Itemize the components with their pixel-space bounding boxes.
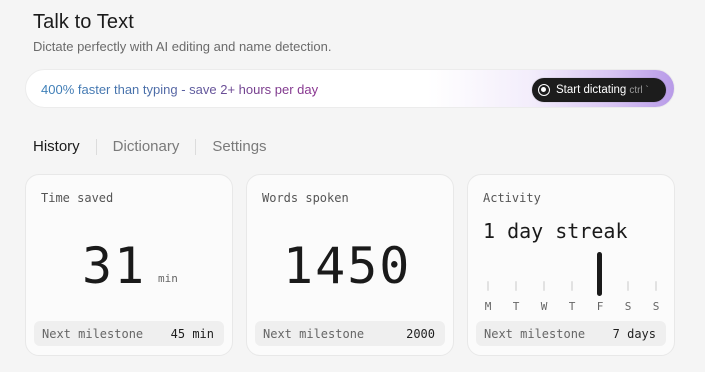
milestone-bar: Next milestone 7 days xyxy=(476,321,666,346)
milestone-value: 7 days xyxy=(612,327,656,341)
day-label: F xyxy=(596,300,604,313)
day-label: T xyxy=(568,300,576,313)
day-label: S xyxy=(624,300,632,313)
milestone-label: Next milestone xyxy=(42,327,144,341)
milestone-label: Next milestone xyxy=(263,327,365,341)
activity-day: S xyxy=(620,255,636,313)
weekly-activity: MTWTFSS xyxy=(480,252,664,313)
promo-banner: 400% faster than typing - save 2+ hours … xyxy=(25,69,675,108)
activity-bar xyxy=(571,281,573,291)
milestone-value: 2000 xyxy=(406,327,435,341)
page-subtitle: Dictate perfectly with AI editing and na… xyxy=(33,39,332,54)
start-dictating-button[interactable]: Start dictating ctrl ` xyxy=(532,78,666,102)
shortcut-hint: ctrl ` xyxy=(629,84,649,96)
day-label: W xyxy=(540,300,548,313)
milestone-bar: Next milestone 2000 xyxy=(255,321,445,346)
start-dictating-label: Start dictating xyxy=(556,84,627,96)
milestone-label: Next milestone xyxy=(484,327,586,341)
milestone-value: 45 min xyxy=(170,327,214,341)
activity-bar-active xyxy=(597,252,602,296)
day-label: S xyxy=(652,300,660,313)
time-saved-card: Time saved 31 min Next milestone 45 min xyxy=(25,174,233,356)
time-saved-unit: min xyxy=(158,272,178,285)
activity-day: S xyxy=(648,255,664,313)
card-label: Time saved xyxy=(41,191,114,205)
milestone-bar: Next milestone 45 min xyxy=(34,321,224,346)
activity-bar xyxy=(515,281,517,291)
words-spoken-value: 1450 xyxy=(283,237,412,295)
activity-bar xyxy=(627,281,629,291)
words-spoken-card: Words spoken 1450 Next milestone 2000 xyxy=(246,174,454,356)
tab-bar: History Dictionary Settings xyxy=(33,138,267,155)
tab-dictionary[interactable]: Dictionary xyxy=(113,138,180,155)
activity-day: F xyxy=(592,252,608,313)
activity-bar xyxy=(543,281,545,291)
activity-day: M xyxy=(480,255,496,313)
card-label: Activity xyxy=(483,191,541,205)
activity-day: T xyxy=(508,255,524,313)
activity-day: W xyxy=(536,255,552,313)
streak-text: 1 day streak xyxy=(483,219,628,243)
tab-history[interactable]: History xyxy=(33,138,80,155)
day-label: T xyxy=(512,300,520,313)
tab-divider xyxy=(195,138,197,155)
activity-card: Activity 1 day streak M T W T F S S Next miles… xyxy=(467,174,675,356)
time-saved-value: 31 xyxy=(82,237,147,295)
record-icon xyxy=(538,84,550,96)
activity-bar xyxy=(487,281,489,291)
day-label: M xyxy=(484,300,492,313)
card-label: Words spoken xyxy=(262,191,349,205)
tab-divider xyxy=(95,138,97,155)
tab-settings[interactable]: Settings xyxy=(212,138,266,155)
activity-bar xyxy=(655,281,657,291)
page-title: Talk to Text xyxy=(33,11,134,33)
activity-day: T xyxy=(564,255,580,313)
banner-text: 400% faster than typing - save 2+ hours … xyxy=(41,82,319,97)
